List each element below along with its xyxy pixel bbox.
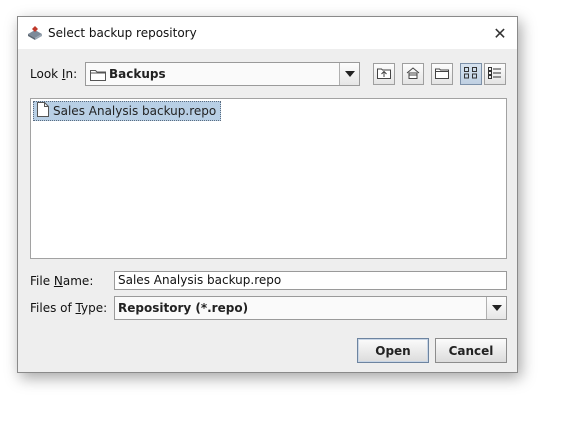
chevron-down-icon[interactable]: [339, 63, 359, 85]
file-name: Sales Analysis backup.repo: [53, 104, 217, 118]
files-of-type-label: Files of Type:: [30, 301, 108, 315]
files-of-type-combo[interactable]: Repository (*.repo): [114, 296, 507, 320]
list-view-button[interactable]: [460, 63, 482, 85]
new-folder-icon: [435, 67, 449, 82]
file-list[interactable]: Sales Analysis backup.repo: [30, 98, 507, 259]
chevron-down-icon[interactable]: [486, 297, 506, 319]
up-one-level-button[interactable]: [373, 63, 395, 85]
title-bar: Select backup repository ✕: [18, 17, 517, 49]
look-in-combo[interactable]: Backups: [85, 62, 360, 86]
open-button[interactable]: Open: [357, 338, 429, 363]
file-name-label: File Name:: [30, 274, 94, 288]
look-in-label: Look In:: [30, 67, 78, 81]
list-item[interactable]: Sales Analysis backup.repo: [33, 101, 222, 121]
look-in-value: Backups: [109, 67, 166, 81]
dialog-title: Select backup repository: [48, 26, 197, 40]
files-of-type-value: Repository (*.repo): [118, 301, 249, 315]
up-one-level-icon: [377, 67, 391, 82]
new-folder-button[interactable]: [431, 63, 453, 85]
home-button[interactable]: [402, 63, 424, 85]
file-name-input[interactable]: Sales Analysis backup.repo: [114, 271, 507, 290]
app-icon: [26, 25, 44, 41]
select-backup-repository-dialog: Select backup repository ✕ Look In: Back…: [17, 16, 518, 373]
details-view-button[interactable]: [484, 63, 506, 85]
folder-icon: [90, 68, 106, 84]
list-view-icon: [464, 66, 478, 82]
home-icon: [406, 66, 420, 82]
file-icon: [37, 102, 49, 120]
close-button[interactable]: ✕: [489, 22, 511, 44]
details-view-icon: [488, 66, 502, 82]
cancel-button[interactable]: Cancel: [435, 338, 507, 363]
